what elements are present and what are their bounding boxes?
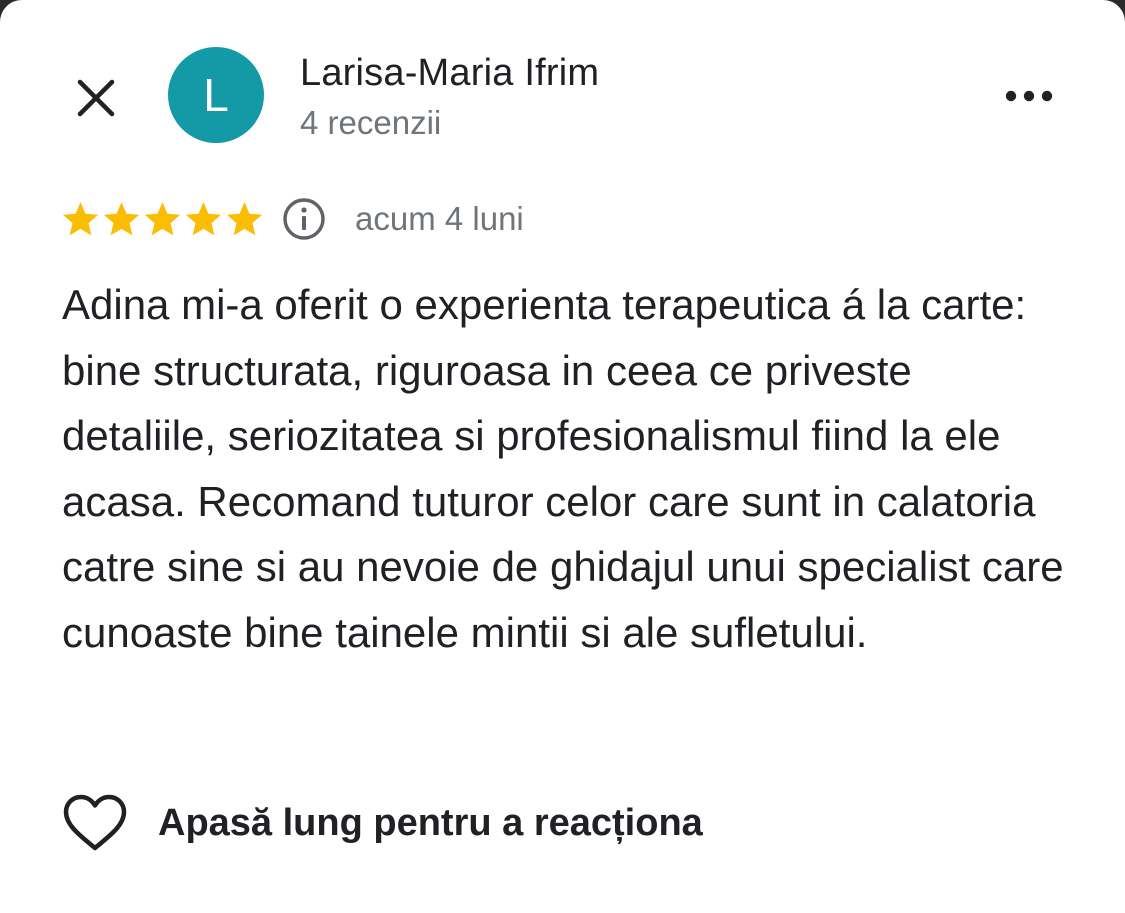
heart-icon — [63, 794, 127, 851]
react-button[interactable]: Apasă lung pentru a reacționa — [62, 790, 703, 856]
more-options-button[interactable] — [996, 76, 1062, 116]
star-icon — [144, 201, 181, 235]
review-count: 4 recenzii — [300, 104, 442, 141]
avatar-letter: L — [203, 69, 229, 121]
star-rating — [60, 199, 265, 240]
info-icon — [283, 198, 325, 240]
star-icon — [226, 201, 263, 235]
close-button[interactable] — [70, 72, 122, 124]
rating-row: acum 4 luni — [60, 194, 524, 244]
review-text: Adina mi-a oferit o experienta terapeuti… — [62, 281, 1064, 656]
avatar[interactable]: L — [168, 47, 264, 143]
star-icon — [62, 201, 99, 235]
close-icon — [77, 79, 115, 117]
review-time: acum 4 luni — [355, 200, 524, 237]
star-icon — [185, 201, 222, 235]
more-horizontal-icon — [1005, 90, 1053, 102]
review-card: L Larisa-Maria Ifrim 4 recenzii acum 4 l… — [0, 0, 1125, 913]
react-label: Apasă lung pentru a reacționa — [158, 801, 703, 844]
star-icon — [103, 201, 140, 235]
author-name[interactable]: Larisa-Maria Ifrim — [300, 52, 599, 95]
info-button[interactable] — [281, 196, 327, 242]
